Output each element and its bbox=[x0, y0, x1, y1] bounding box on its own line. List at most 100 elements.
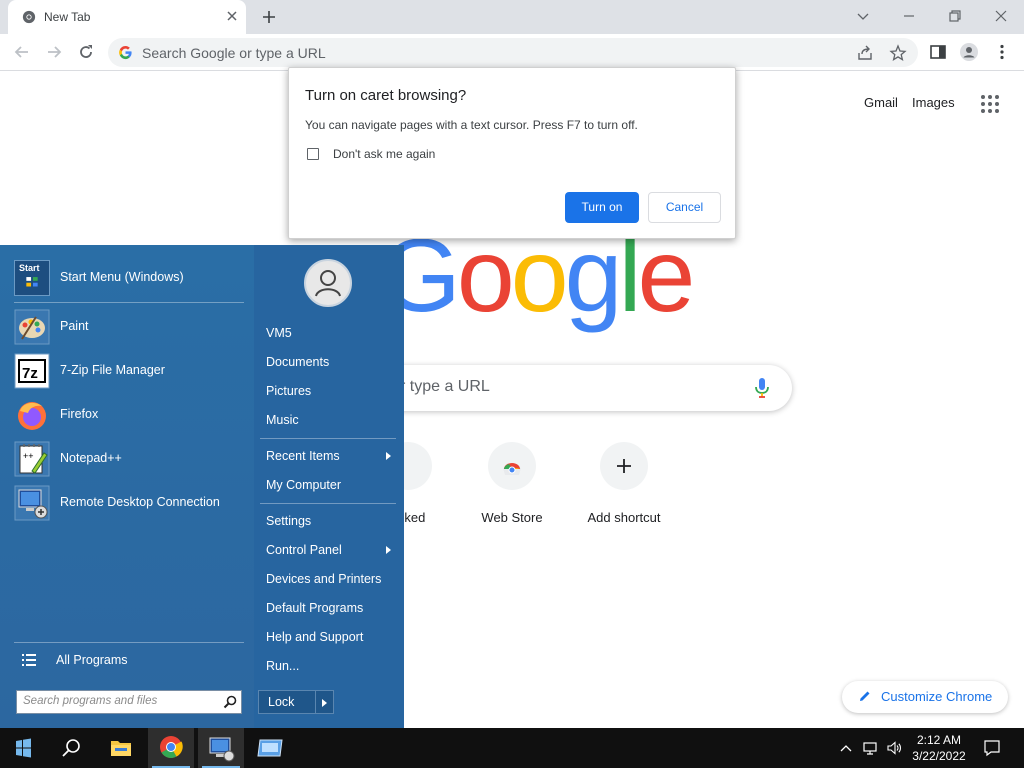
turn-on-button[interactable]: Turn on bbox=[565, 192, 639, 223]
start-search-input[interactable]: Search programs and files bbox=[16, 690, 242, 714]
tab-title: New Tab bbox=[44, 10, 91, 24]
omnibox-placeholder: Search Google or type a URL bbox=[142, 45, 326, 61]
start-settings[interactable]: Settings bbox=[266, 514, 311, 528]
taskbar-app-window[interactable] bbox=[248, 728, 294, 768]
search-icon[interactable] bbox=[223, 695, 237, 709]
taskbar: 2:12 AM 3/22/2022 bbox=[0, 728, 1024, 768]
close-window-icon[interactable] bbox=[991, 6, 1011, 26]
minimize-icon[interactable] bbox=[899, 6, 919, 26]
start-my-computer[interactable]: My Computer bbox=[266, 478, 341, 492]
program-paint[interactable]: Paint bbox=[14, 307, 244, 347]
add-shortcut-button[interactable]: Add shortcut bbox=[568, 442, 680, 525]
program-firefox[interactable]: Firefox bbox=[14, 395, 244, 435]
divider bbox=[14, 302, 244, 303]
dont-ask-label[interactable]: Don't ask me again bbox=[333, 147, 435, 161]
show-hidden-icons-icon[interactable] bbox=[838, 740, 854, 756]
share-icon[interactable] bbox=[856, 44, 874, 62]
start-recent-items[interactable]: Recent Items bbox=[266, 449, 340, 463]
ntp-search-placeholder: r type a URL bbox=[400, 378, 490, 395]
program-label: Firefox bbox=[60, 407, 99, 421]
volume-icon[interactable] bbox=[886, 740, 902, 756]
divider bbox=[260, 438, 396, 439]
start-music[interactable]: Music bbox=[266, 413, 299, 427]
menu-kebab-icon[interactable] bbox=[992, 42, 1012, 62]
program-start-menu-windows[interactable]: Start Start Menu (Windows) bbox=[14, 258, 244, 298]
ntp-search-box[interactable]: r type a URL bbox=[340, 365, 792, 411]
windows-logo-icon bbox=[16, 738, 31, 758]
start-control-panel[interactable]: Control Panel bbox=[266, 543, 342, 557]
submenu-arrow-icon bbox=[386, 546, 391, 554]
dont-ask-checkbox[interactable] bbox=[307, 148, 319, 160]
program-label: Remote Desktop Connection bbox=[60, 495, 220, 509]
program-label: Notepad++ bbox=[60, 451, 122, 465]
program-remote-desktop[interactable]: Remote Desktop Connection bbox=[14, 483, 244, 523]
shortcut-label: Web Store bbox=[481, 510, 543, 525]
start-pictures[interactable]: Pictures bbox=[266, 384, 311, 398]
chrome-icon bbox=[22, 10, 36, 24]
firefox-icon bbox=[18, 402, 46, 430]
taskbar-search-button[interactable] bbox=[48, 728, 94, 768]
tab-search-icon[interactable] bbox=[853, 6, 873, 26]
svg-text:7z: 7z bbox=[22, 365, 38, 382]
lock-button[interactable]: Lock bbox=[258, 690, 334, 714]
folder-icon bbox=[111, 741, 131, 756]
side-panel-icon[interactable] bbox=[928, 42, 948, 62]
submenu-arrow-icon bbox=[386, 452, 391, 460]
program-notepad-plus-plus[interactable]: ++ Notepad++ bbox=[14, 439, 244, 479]
svg-text:++: ++ bbox=[23, 451, 34, 461]
list-icon bbox=[22, 654, 36, 666]
taskbar-chrome[interactable] bbox=[148, 728, 194, 768]
taskbar-file-explorer[interactable] bbox=[98, 728, 144, 768]
omnibox[interactable]: Search Google or type a URL bbox=[108, 38, 918, 67]
tab-strip: New Tab bbox=[0, 0, 1024, 34]
user-avatar[interactable] bbox=[304, 259, 352, 307]
cancel-button[interactable]: Cancel bbox=[648, 192, 721, 223]
chrome-web-store-icon bbox=[488, 442, 536, 490]
apps-grid-icon[interactable] bbox=[980, 94, 1000, 114]
paint-icon bbox=[14, 309, 50, 345]
customize-chrome-button[interactable]: Customize Chrome bbox=[842, 681, 1008, 713]
google-logo: Google bbox=[380, 218, 695, 334]
images-link[interactable]: Images bbox=[912, 95, 955, 110]
user-icon bbox=[315, 270, 341, 297]
customize-label: Customize Chrome bbox=[881, 689, 993, 704]
new-tab-button[interactable] bbox=[260, 8, 278, 26]
google-g-icon bbox=[119, 46, 132, 60]
all-programs-label: All Programs bbox=[56, 653, 128, 667]
start-default-programs[interactable]: Default Programs bbox=[266, 601, 363, 615]
close-tab-icon[interactable] bbox=[224, 8, 240, 24]
gmail-link[interactable]: Gmail bbox=[864, 95, 898, 110]
restore-icon[interactable] bbox=[945, 6, 965, 26]
window-app-icon bbox=[257, 739, 283, 757]
start-documents[interactable]: Documents bbox=[266, 355, 329, 369]
taskbar-clock[interactable]: 2:12 AM 3/22/2022 bbox=[902, 732, 976, 764]
shortcut-web-store[interactable]: Web Store bbox=[456, 442, 568, 525]
chrome-icon bbox=[160, 736, 183, 758]
tab-new-tab[interactable]: New Tab bbox=[8, 0, 246, 34]
program-label: Start Menu (Windows) bbox=[60, 270, 184, 284]
voice-search-icon[interactable] bbox=[753, 377, 771, 399]
bookmark-star-icon[interactable] bbox=[889, 44, 907, 62]
lock-label: Lock bbox=[268, 695, 295, 709]
taskbar-remote-desktop[interactable] bbox=[198, 728, 244, 768]
plus-icon bbox=[600, 442, 648, 490]
profile-icon[interactable] bbox=[959, 42, 979, 62]
start-menu-app-icon: Start bbox=[14, 260, 50, 296]
start-search-placeholder: Search programs and files bbox=[23, 695, 158, 707]
reload-icon[interactable] bbox=[76, 42, 96, 62]
program-7zip[interactable]: 7z 7-Zip File Manager bbox=[14, 351, 244, 391]
start-devices-printers[interactable]: Devices and Printers bbox=[266, 572, 381, 586]
back-icon[interactable] bbox=[12, 42, 32, 62]
caret-browsing-dialog: Turn on caret browsing? You can navigate… bbox=[288, 67, 736, 239]
start-run[interactable]: Run... bbox=[266, 659, 299, 673]
notifications-icon[interactable] bbox=[983, 739, 1001, 757]
start-button[interactable] bbox=[0, 728, 46, 768]
all-programs-button[interactable]: All Programs bbox=[14, 640, 244, 680]
forward-icon[interactable] bbox=[44, 42, 64, 62]
7zip-icon: 7z bbox=[14, 353, 50, 389]
dialog-title: Turn on caret browsing? bbox=[305, 87, 467, 104]
lock-options-arrow-icon[interactable] bbox=[322, 699, 327, 707]
network-icon[interactable] bbox=[862, 740, 878, 756]
start-help-support[interactable]: Help and Support bbox=[266, 630, 363, 644]
start-user-vm5[interactable]: VM5 bbox=[266, 326, 292, 340]
